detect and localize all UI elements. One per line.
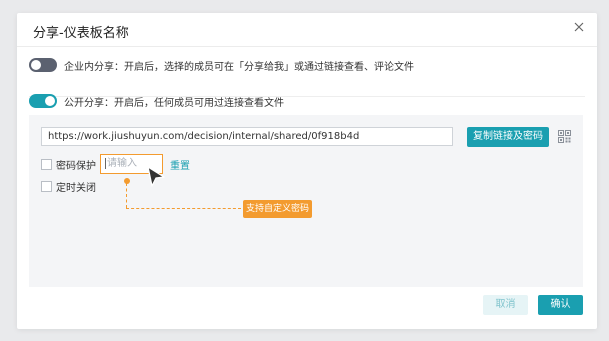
- text-caret: [105, 157, 106, 169]
- public-share-panel: https://work.jiushuyun.com/decision/inte…: [29, 115, 583, 287]
- password-protect-label: 密码保护: [56, 161, 96, 172]
- callout-dot: [124, 178, 130, 184]
- close-icon[interactable]: [571, 19, 587, 35]
- reset-password-link[interactable]: 重置: [170, 157, 190, 172]
- cancel-button[interactable]: 取消: [483, 295, 528, 315]
- password-protect-checkbox[interactable]: [41, 159, 52, 170]
- copy-link-button[interactable]: 复制链接及密码: [467, 127, 549, 147]
- confirm-button[interactable]: 确认: [538, 295, 583, 315]
- qr-code-icon[interactable]: [558, 130, 571, 143]
- callout-line-vertical: [126, 183, 127, 208]
- custom-password-tooltip: 支持自定义密码: [243, 200, 312, 218]
- toggle-knob: [45, 96, 55, 106]
- internal-share-toggle[interactable]: [29, 58, 57, 72]
- dialog-title: 分享-仪表板名称: [33, 26, 129, 41]
- share-url-field[interactable]: https://work.jiushuyun.com/decision/inte…: [41, 127, 453, 146]
- timed-close-checkbox[interactable]: [41, 181, 52, 192]
- header-divider: [17, 46, 597, 47]
- share-dialog: 分享-仪表板名称 企业内分享：开启后，选择的成员可在「分享给我」或通过链接查看、…: [17, 13, 597, 329]
- password-placeholder: 请输入: [107, 158, 137, 169]
- public-share-label: 公开分享：开启后，任何成员可用过连接查看文件: [64, 98, 284, 109]
- toggle-knob: [31, 60, 41, 70]
- mouse-cursor-icon: [147, 166, 165, 187]
- public-share-toggle[interactable]: [29, 94, 57, 108]
- timed-close-label: 定时关闭: [56, 183, 96, 194]
- internal-share-label: 企业内分享：开启后，选择的成员可在「分享给我」或通过链接查看、评论文件: [64, 62, 414, 73]
- callout-line-horizontal: [126, 208, 241, 209]
